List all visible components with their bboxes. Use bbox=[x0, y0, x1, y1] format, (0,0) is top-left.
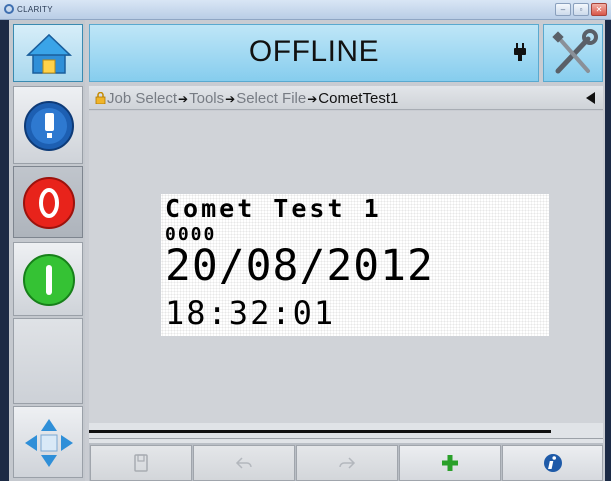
label-line-time: 18:32:01 bbox=[165, 294, 336, 332]
home-button[interactable] bbox=[13, 24, 83, 82]
scroll-track[interactable] bbox=[89, 423, 603, 443]
breadcrumb-separator: ➔ bbox=[178, 92, 189, 106]
navigate-button[interactable] bbox=[13, 406, 83, 478]
redo-button[interactable] bbox=[296, 445, 398, 481]
add-button[interactable] bbox=[399, 445, 501, 481]
back-arrow-icon[interactable] bbox=[586, 92, 595, 104]
plug-icon bbox=[514, 43, 526, 61]
label-preview[interactable]: Comet Test 1 0000 20/08/2012 18:32:01 bbox=[161, 194, 549, 336]
breadcrumb: Job Select➔Tools➔Select File➔CometTest1 bbox=[89, 86, 603, 110]
breadcrumb-current: CometTest1 bbox=[318, 90, 399, 107]
save-button[interactable] bbox=[90, 445, 192, 481]
rail-spacer bbox=[13, 318, 83, 404]
printer-status: OFFLINE bbox=[248, 35, 380, 68]
save-icon bbox=[134, 454, 148, 472]
maximize-button[interactable]: ▫ bbox=[573, 3, 589, 16]
lock-icon bbox=[95, 92, 106, 104]
window-title: CLARITY bbox=[17, 5, 53, 14]
breadcrumb-item-job-select[interactable]: Job Select bbox=[107, 90, 177, 107]
breadcrumb-item-select-file[interactable]: Select File bbox=[236, 90, 306, 107]
minimize-button[interactable]: – bbox=[555, 3, 571, 16]
undo-icon bbox=[235, 457, 252, 469]
tools-button[interactable] bbox=[543, 24, 603, 82]
window-controls: – ▫ ✕ bbox=[555, 3, 607, 16]
start-button[interactable] bbox=[13, 242, 83, 316]
scroll-indicator bbox=[89, 430, 551, 433]
redo-icon bbox=[339, 457, 356, 469]
stop-icon bbox=[23, 177, 75, 229]
application-window: CLARITY – ▫ ✕ OFFLINE Job Select➔Tools➔S… bbox=[0, 0, 611, 481]
add-icon bbox=[442, 455, 458, 471]
client-area: OFFLINE Job Select➔Tools➔Select File➔Com… bbox=[9, 20, 605, 481]
info-ink-icon bbox=[24, 101, 74, 151]
breadcrumb-separator: ➔ bbox=[307, 92, 318, 106]
label-line-date: 20/08/2012 bbox=[165, 241, 434, 291]
close-button[interactable]: ✕ bbox=[591, 3, 607, 16]
label-line-text: Comet Test 1 bbox=[165, 194, 382, 223]
breadcrumb-separator: ➔ bbox=[225, 92, 236, 106]
undo-button[interactable] bbox=[193, 445, 295, 481]
home-icon bbox=[26, 33, 72, 74]
breadcrumb-trail: Job Select➔Tools➔Select File➔CometTest1 bbox=[95, 90, 398, 107]
info-button[interactable] bbox=[502, 445, 603, 481]
directional-arrows-icon bbox=[25, 419, 73, 467]
info-icon bbox=[543, 454, 562, 472]
bottom-toolbar bbox=[89, 443, 603, 481]
label-preview-area: Comet Test 1 0000 20/08/2012 18:32:01 bbox=[89, 111, 603, 423]
status-bar: OFFLINE bbox=[89, 24, 539, 82]
title-bar: CLARITY – ▫ ✕ bbox=[0, 0, 611, 20]
start-icon bbox=[23, 254, 75, 306]
divider bbox=[89, 438, 603, 439]
clarity-logo-icon bbox=[4, 4, 14, 14]
breadcrumb-item-tools[interactable]: Tools bbox=[189, 90, 224, 107]
wrench-screwdriver-icon bbox=[552, 29, 598, 74]
stop-button[interactable] bbox=[13, 166, 83, 238]
status-button[interactable] bbox=[13, 86, 83, 164]
